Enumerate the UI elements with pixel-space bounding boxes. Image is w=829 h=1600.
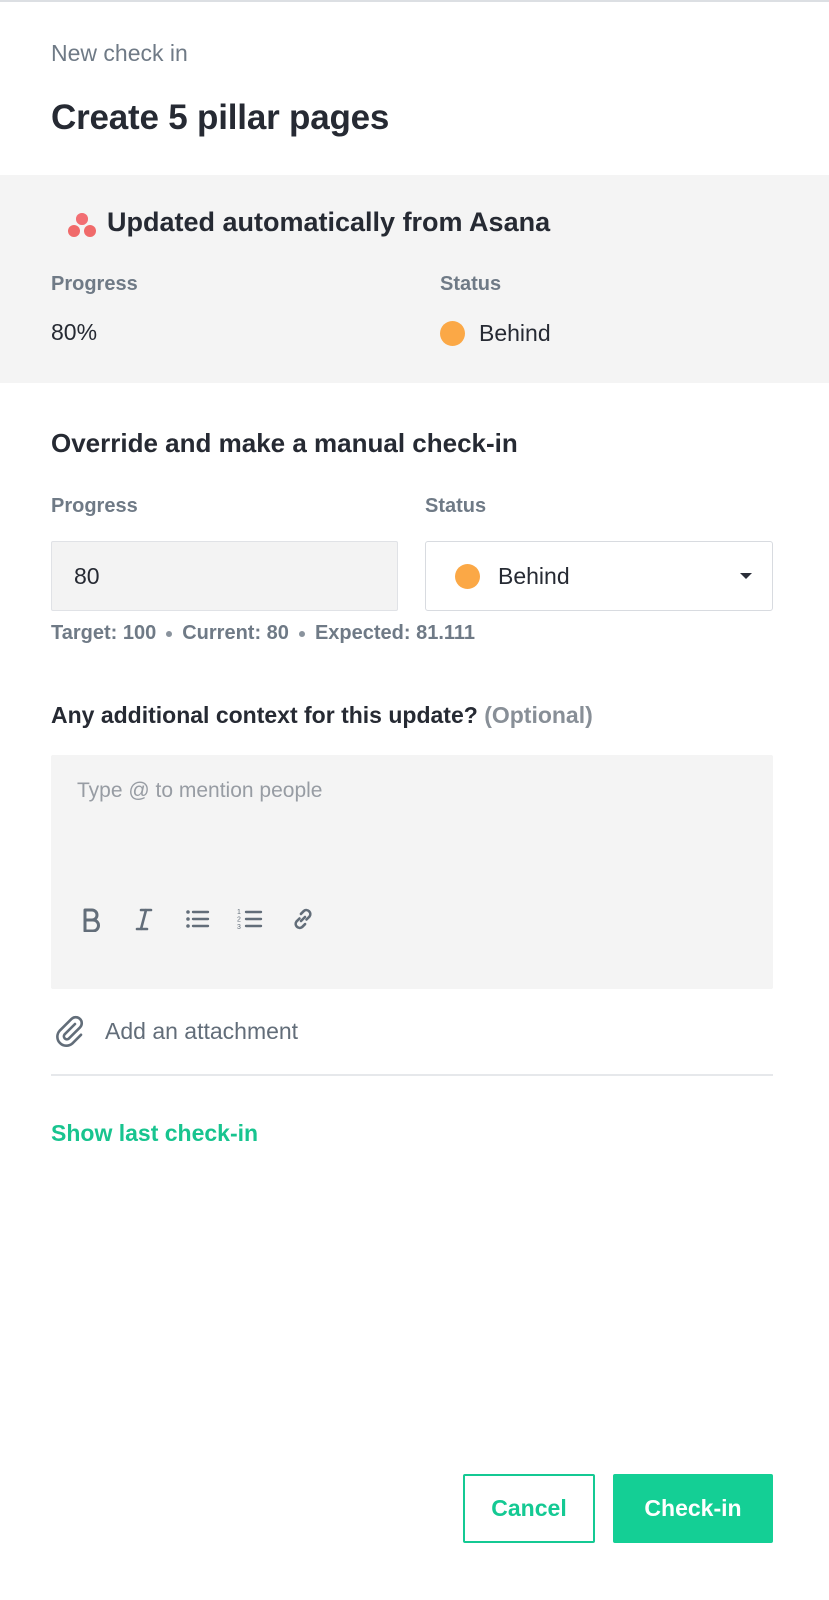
italic-icon — [135, 908, 153, 931]
editor-toolbar: 123 — [77, 905, 317, 933]
bold-button[interactable] — [77, 905, 105, 933]
auto-update-heading: Updated automatically from Asana — [107, 207, 551, 237]
auto-progress-value: 80% — [51, 319, 98, 345]
context-textarea[interactable] — [51, 755, 773, 885]
italic-button[interactable] — [130, 905, 158, 933]
target-value: Target: 100 — [51, 622, 157, 644]
numbered-list-icon: 123 — [237, 909, 263, 931]
auto-status-label: Status — [440, 273, 502, 295]
context-question: Any additional context for this update? … — [51, 702, 593, 729]
status-select[interactable]: Behind — [425, 541, 773, 611]
progress-input[interactable] — [51, 541, 398, 611]
separator-dot — [298, 630, 305, 637]
asana-logo-icon — [68, 213, 96, 237]
current-value: Current: 80 — [182, 622, 289, 644]
svg-text:2: 2 — [237, 917, 241, 924]
optional-tag: (Optional) — [484, 702, 593, 728]
override-progress-label: Progress — [51, 495, 138, 517]
paperclip-icon — [56, 1015, 83, 1047]
status-dot-icon — [440, 320, 465, 346]
context-editor: 123 — [51, 755, 773, 989]
numbered-list-button[interactable]: 123 — [236, 905, 264, 933]
override-status-label: Status — [425, 495, 487, 517]
bullet-list-icon — [186, 910, 210, 928]
add-attachment-label: Add an attachment — [105, 1017, 299, 1044]
svg-text:1: 1 — [237, 909, 241, 916]
auto-progress-label: Progress — [51, 273, 138, 295]
cancel-button[interactable]: Cancel — [463, 1474, 595, 1543]
page-title: Create 5 pillar pages — [51, 98, 390, 137]
expected-value: Expected: 81.111 — [314, 622, 476, 644]
link-icon — [294, 908, 312, 930]
status-select-value: Behind — [498, 562, 570, 589]
dialog-eyebrow: New check in — [51, 40, 188, 66]
status-dot-icon — [455, 563, 480, 589]
chevron-down-icon — [740, 573, 752, 579]
auto-status-value: Behind — [479, 319, 551, 346]
bold-icon — [83, 908, 100, 932]
separator-dot — [166, 630, 173, 637]
progress-meta: Target: 100 Current: 80 Expected: 81.111 — [51, 622, 475, 645]
divider — [51, 1074, 773, 1076]
svg-text:3: 3 — [237, 924, 241, 931]
add-attachment-button[interactable]: Add an attachment — [51, 1013, 298, 1049]
checkin-button[interactable]: Check-in — [613, 1474, 773, 1543]
bullet-list-button[interactable] — [183, 905, 211, 933]
link-button[interactable] — [289, 905, 317, 933]
show-last-checkin-link[interactable]: Show last check-in — [51, 1120, 258, 1147]
top-border — [0, 0, 829, 2]
override-heading: Override and make a manual check-in — [51, 428, 518, 458]
auto-status-indicator: Behind — [440, 318, 551, 348]
context-question-text: Any additional context for this update? — [51, 702, 478, 728]
